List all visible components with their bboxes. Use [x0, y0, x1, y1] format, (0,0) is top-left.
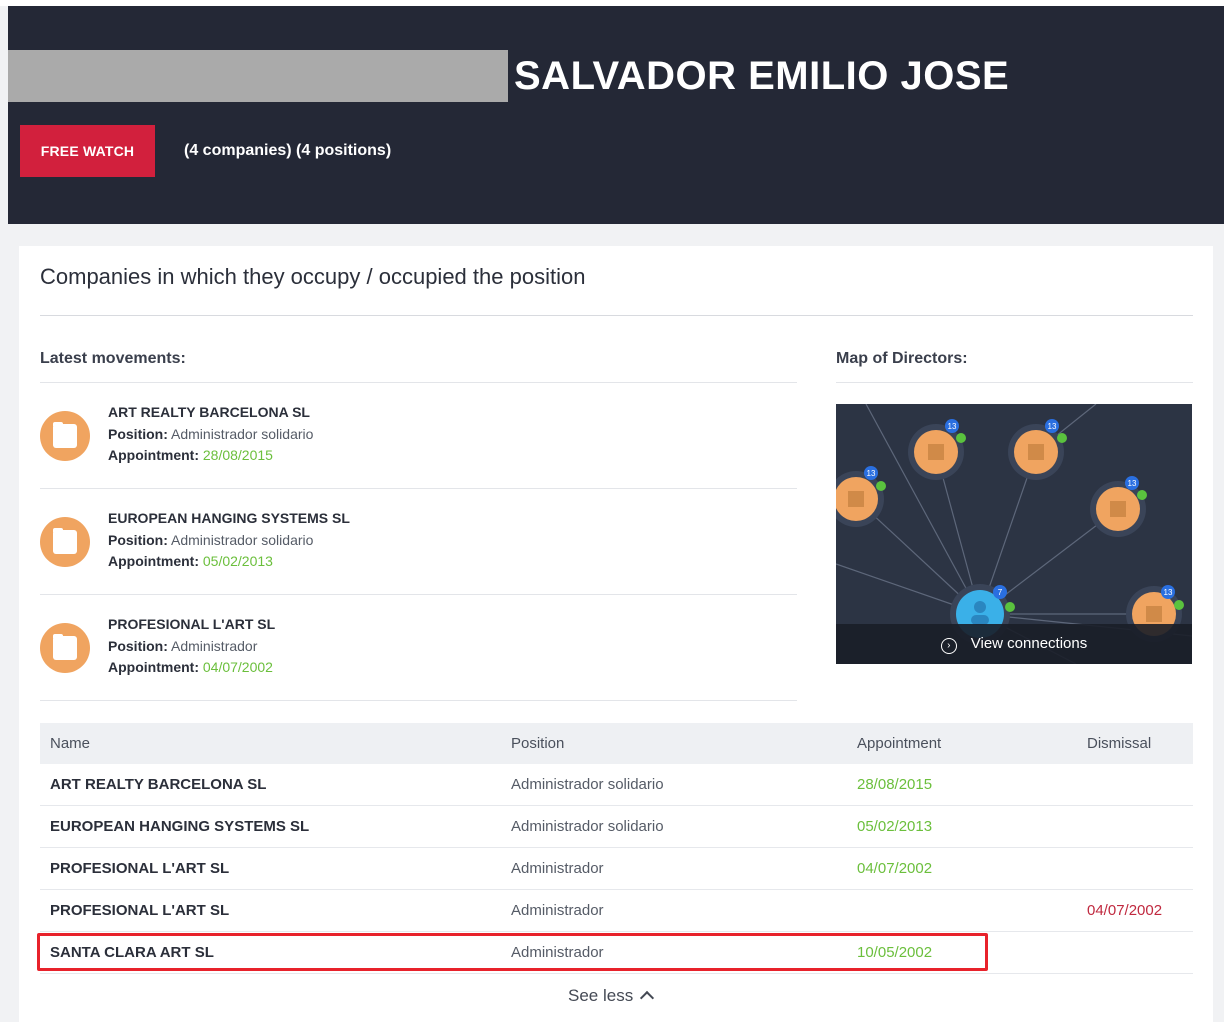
appointment-cell: 04/07/2002: [857, 860, 933, 877]
company-name[interactable]: PROFESIONAL L'ART SL: [50, 848, 229, 889]
building-icon: [40, 411, 90, 461]
companies-positions-count: (4 companies) (4 positions): [184, 142, 392, 159]
movement-item: EUROPEAN HANGING SYSTEMS SL Position: Ad…: [40, 489, 797, 595]
table-row[interactable]: PROFESIONAL L'ART SL Administrador 04/07…: [40, 890, 1193, 932]
movement-position: Position: Administrador solidario: [108, 426, 313, 442]
appointment-date: 05/02/2013: [202, 553, 273, 569]
companies-card: Companies in which they occupy / occupie…: [19, 246, 1213, 1022]
company-node: 13: [836, 466, 886, 527]
node-badge: 13: [1048, 422, 1057, 431]
map-of-directors-title: Map of Directors:: [836, 350, 968, 367]
appointment-label: Appointment:: [108, 659, 199, 675]
movement-position: Position: Administrador: [108, 638, 257, 654]
view-connections-label: View connections: [970, 635, 1088, 652]
directors-network-map[interactable]: 13 13 13 13 13 7 › View connections: [836, 404, 1192, 664]
position-cell: Administrador solidario: [511, 776, 664, 793]
position-cell: Administrador: [511, 944, 604, 961]
appointment-cell: 10/05/2002: [857, 944, 933, 961]
table-row[interactable]: EUROPEAN HANGING SYSTEMS SL Administrado…: [40, 806, 1193, 848]
divider: [836, 382, 1193, 383]
node-badge: 13: [948, 422, 957, 431]
position-value: Administrador solidario: [171, 532, 314, 548]
free-watch-button[interactable]: FREE WATCH: [20, 125, 155, 177]
position-label: Position:: [108, 426, 168, 442]
company-name[interactable]: SANTA CLARA ART SL: [50, 932, 214, 973]
table-header: Name Position Appointment Dismissal: [40, 723, 1193, 764]
movement-item: ART REALTY BARCELONA SL Position: Admini…: [40, 383, 797, 489]
table-row[interactable]: ART REALTY BARCELONA SL Administrador so…: [40, 764, 1193, 806]
building-icon: [40, 623, 90, 673]
node-badge: 13: [1128, 479, 1137, 488]
table-row[interactable]: PROFESIONAL L'ART SL Administrador 04/07…: [40, 848, 1193, 890]
position-value: Administrador: [171, 638, 258, 654]
card-title: Companies in which they occupy / occupie…: [40, 264, 586, 289]
building-icon: [40, 517, 90, 567]
position-cell: Administrador solidario: [511, 818, 664, 835]
movement-appointment: Appointment: 05/02/2013: [108, 553, 273, 569]
position-label: Position:: [108, 532, 168, 548]
node-badge: 7: [998, 588, 1003, 597]
table-row[interactable]: SANTA CLARA ART SL Administrador 10/05/2…: [40, 932, 1193, 974]
person-name: SALVADOR EMILIO JOSE: [514, 54, 1010, 98]
node-badge: 13: [867, 469, 876, 478]
positions-table: Name Position Appointment Dismissal ART …: [40, 723, 1193, 974]
company-node: 13: [908, 419, 966, 480]
profile-header: SALVADOR EMILIO JOSE FREE WATCH (4 compa…: [8, 6, 1224, 224]
see-less-label: See less: [568, 986, 634, 1005]
column-header-dismissal[interactable]: Dismissal: [1087, 723, 1151, 764]
appointment-label: Appointment:: [108, 553, 199, 569]
divider: [40, 315, 1193, 316]
node-badge: 13: [1164, 588, 1173, 597]
appointment-cell: 28/08/2015: [857, 776, 933, 793]
movement-company[interactable]: PROFESIONAL L'ART SL: [108, 616, 275, 632]
movement-appointment: Appointment: 28/08/2015: [108, 447, 273, 463]
company-name[interactable]: ART REALTY BARCELONA SL: [50, 764, 266, 805]
chevron-circle-right-icon: ›: [940, 638, 957, 654]
movement-position: Position: Administrador solidario: [108, 532, 313, 548]
position-cell: Administrador: [511, 902, 604, 919]
company-node: 13: [1008, 419, 1067, 480]
company-name[interactable]: PROFESIONAL L'ART SL: [50, 890, 229, 931]
movement-company[interactable]: ART REALTY BARCELONA SL: [108, 404, 310, 420]
appointment-label: Appointment:: [108, 447, 199, 463]
column-header-position[interactable]: Position: [511, 723, 564, 764]
appointment-date: 04/07/2002: [202, 659, 273, 675]
movement-appointment: Appointment: 04/07/2002: [108, 659, 273, 675]
company-name[interactable]: EUROPEAN HANGING SYSTEMS SL: [50, 806, 309, 847]
company-node: 13: [1090, 476, 1147, 537]
position-label: Position:: [108, 638, 168, 654]
dismissal-cell: 04/07/2002: [1087, 902, 1163, 919]
view-connections-button[interactable]: › View connections: [836, 624, 1192, 664]
appointment-cell: 05/02/2013: [857, 818, 933, 835]
position-cell: Administrador: [511, 860, 604, 877]
column-header-name[interactable]: Name: [50, 723, 90, 764]
movement-item: PROFESIONAL L'ART SL Position: Administr…: [40, 595, 797, 701]
latest-movements-title: Latest movements:: [40, 350, 186, 367]
movement-company[interactable]: EUROPEAN HANGING SYSTEMS SL: [108, 510, 350, 526]
position-value: Administrador solidario: [171, 426, 314, 442]
redacted-name-bar: [8, 50, 508, 102]
column-header-appointment[interactable]: Appointment: [857, 723, 941, 764]
appointment-date: 28/08/2015: [202, 447, 273, 463]
see-less-button[interactable]: See less: [568, 986, 655, 1006]
chevron-up-icon: [640, 990, 655, 1006]
